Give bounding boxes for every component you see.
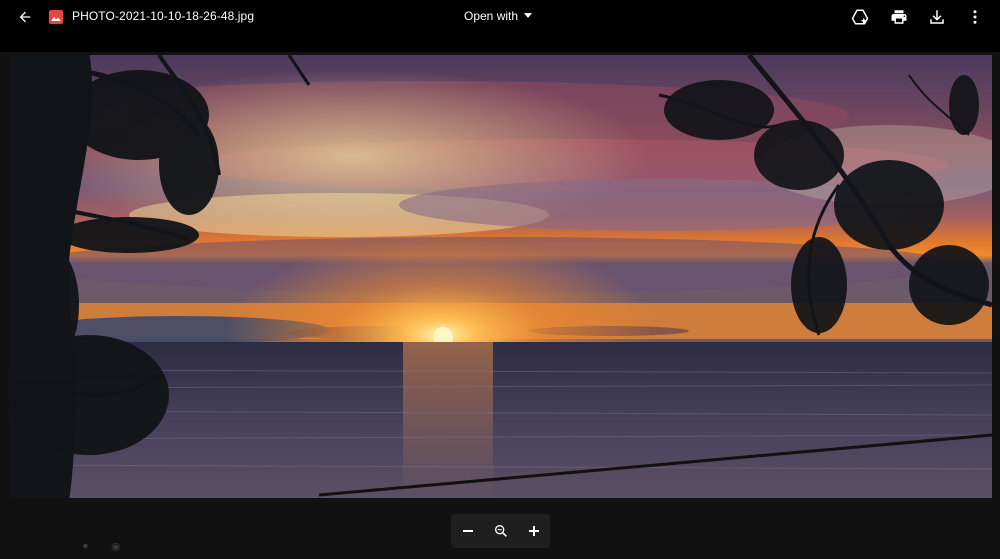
arrow-back-icon — [19, 11, 31, 23]
add-to-drive-icon — [851, 9, 869, 25]
print-icon — [891, 10, 907, 24]
print-button[interactable] — [885, 3, 913, 31]
zoom-reset-button[interactable] — [488, 518, 514, 544]
zoom-in-button[interactable] — [521, 518, 547, 544]
magnifier-icon — [494, 525, 507, 537]
zoom-out-button[interactable] — [455, 518, 481, 544]
back-button[interactable] — [11, 3, 39, 31]
file-name: PHOTO-2021-10-10-18-26-48.jpg — [72, 9, 255, 23]
photo-preview[interactable] — [9, 55, 992, 498]
open-with-button[interactable]: Open with — [464, 9, 533, 23]
more-options-button[interactable] — [961, 3, 989, 31]
plus-icon — [528, 526, 539, 536]
viewer-toolbar: PHOTO-2021-10-10-18-26-48.jpg Open with — [0, 0, 1000, 52]
minus-icon — [462, 530, 473, 532]
download-icon — [930, 10, 944, 24]
sunset-photo — [9, 55, 992, 498]
image-file-icon — [49, 10, 63, 24]
location-icon: ◉ — [111, 541, 121, 553]
more-vert-icon — [973, 10, 977, 24]
person-icon: ● — [82, 540, 89, 552]
add-to-drive-button[interactable] — [846, 3, 874, 31]
caret-down-icon — [524, 13, 533, 18]
download-button[interactable] — [923, 3, 951, 31]
open-with-label: Open with — [464, 9, 519, 23]
zoom-toolbar — [451, 514, 550, 548]
